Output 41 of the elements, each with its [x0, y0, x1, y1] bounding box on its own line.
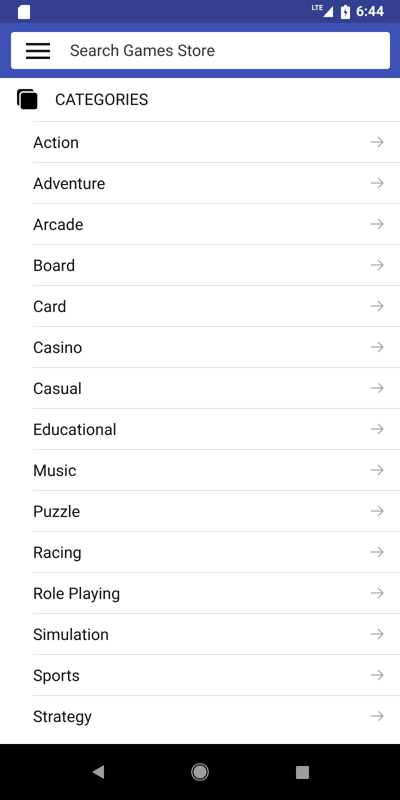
- arrow-icon: [371, 546, 384, 558]
- category-item[interactable]: Role Playing: [33, 572, 400, 613]
- category-item[interactable]: Casual: [33, 367, 400, 408]
- category-item[interactable]: Action: [33, 121, 400, 162]
- arrow-icon: [371, 464, 384, 476]
- arrow-icon: [371, 259, 384, 271]
- stacked-squares-icon: [17, 88, 39, 110]
- category-item[interactable]: Racing: [33, 531, 400, 572]
- arrow-icon: [371, 710, 384, 722]
- search-bar[interactable]: Search Games Store: [11, 32, 390, 69]
- arrow-icon: [371, 505, 384, 517]
- sd-card-icon: [18, 4, 30, 18]
- category-item[interactable]: Strategy: [33, 695, 400, 736]
- category-item[interactable]: Adventure: [33, 162, 400, 203]
- menu-icon[interactable]: [26, 42, 50, 60]
- category-item[interactable]: Educational: [33, 408, 400, 449]
- arrow-icon: [371, 628, 384, 640]
- arrow-icon: [371, 300, 384, 312]
- category-item[interactable]: Board: [33, 244, 400, 285]
- category-item[interactable]: Sports: [33, 654, 400, 695]
- arrow-icon: [371, 669, 384, 681]
- arrow-icon: [371, 218, 384, 230]
- clock-time: 6:44: [356, 4, 384, 20]
- recents-icon[interactable]: [296, 766, 308, 778]
- home-icon[interactable]: [190, 763, 208, 781]
- arrow-icon: [371, 341, 384, 353]
- category-item[interactable]: Puzzle: [33, 490, 400, 531]
- back-icon[interactable]: [92, 765, 104, 779]
- category-item[interactable]: Arcade: [33, 203, 400, 244]
- signal-icon: [322, 6, 333, 17]
- category-item[interactable]: Card: [33, 285, 400, 326]
- category-item[interactable]: Music: [33, 449, 400, 490]
- arrow-icon: [371, 423, 384, 435]
- arrow-icon: [371, 587, 384, 599]
- arrow-icon: [371, 382, 384, 394]
- category-item[interactable]: Casino: [33, 326, 400, 367]
- arrow-icon: [371, 177, 384, 189]
- category-item[interactable]: Simulation: [33, 613, 400, 654]
- section-title: CATEGORIES: [55, 90, 148, 109]
- arrow-icon: [371, 136, 384, 148]
- battery-icon: [340, 4, 350, 18]
